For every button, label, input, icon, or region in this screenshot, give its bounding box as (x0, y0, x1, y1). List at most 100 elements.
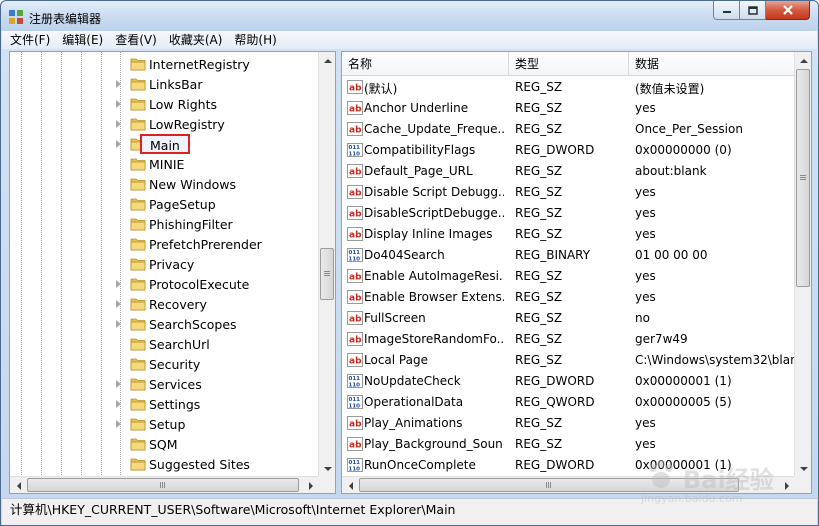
binary-value-icon: 011110 (347, 374, 363, 388)
value-type: REG_SZ (515, 101, 563, 115)
folder-icon (130, 458, 146, 471)
value-type: REG_SZ (515, 353, 563, 367)
menu-edit[interactable]: 编辑(E) (56, 31, 109, 49)
values-list-pane[interactable]: 名称 类型 数据 ab (默认) REG_SZ (数值未设置) ab Anchor Und… (341, 51, 812, 494)
column-header-type[interactable]: 类型 (509, 52, 629, 76)
expand-arrow-icon[interactable] (116, 420, 121, 428)
value-type: REG_SZ (515, 185, 563, 199)
list-item[interactable]: ab Enable AutoImageResi... REG_SZ yes (342, 266, 795, 287)
tree-item[interactable]: Settings (10, 394, 319, 414)
scroll-thumb[interactable] (796, 69, 810, 287)
list-item[interactable]: ab ImageStoreRandomFo... REG_SZ ger7w49 (342, 329, 795, 350)
expand-arrow-icon[interactable] (116, 120, 121, 128)
list-item[interactable]: ab Enable Browser Extens... REG_SZ yes (342, 287, 795, 308)
tree-item[interactable]: SearchScopes (10, 314, 319, 334)
tree-item[interactable]: Main (10, 134, 319, 154)
list-item[interactable]: ab FullScreen REG_SZ no (342, 308, 795, 329)
list-item[interactable]: ab Default_Page_URL REG_SZ about:blank (342, 161, 795, 182)
list-item[interactable]: ab Play_Animations REG_SZ yes (342, 413, 795, 434)
value-name: CompatibilityFlags (364, 143, 476, 157)
tree-horizontal-scrollbar[interactable] (10, 476, 319, 493)
tree-item[interactable]: LowRegistry (10, 114, 319, 134)
tree-item[interactable]: Privacy (10, 254, 319, 274)
tree-item[interactable]: SearchUrl (10, 334, 319, 354)
tree-item[interactable]: LinksBar (10, 74, 319, 94)
list-item[interactable]: ab (默认) REG_SZ (数值未设置) (342, 77, 795, 98)
list-item[interactable]: ab Local Page REG_SZ C:\Windows\system32\bl… (342, 350, 795, 371)
list-vertical-scrollbar[interactable] (794, 52, 811, 477)
list-item[interactable]: ab Disable Script Debugg... REG_SZ yes (342, 182, 795, 203)
key-tree-pane[interactable]: InternetRegistry LinksBar Low Rights LowReg… (9, 51, 336, 494)
tree-item[interactable]: Services (10, 374, 319, 394)
title-bar[interactable]: 注册表编辑器 (1, 1, 818, 31)
tree-item-label: New Windows (149, 177, 237, 192)
value-name: Display Inline Images (364, 227, 493, 241)
tree-item[interactable]: PrefetchPrerender (10, 234, 319, 254)
column-header-data[interactable]: 数据 (629, 52, 795, 76)
column-header-name[interactable]: 名称 (342, 52, 509, 76)
tree-item[interactable]: Setup (10, 414, 319, 434)
tree-item-label: Setup (149, 417, 186, 432)
expand-arrow-icon[interactable] (116, 300, 121, 308)
expand-arrow-icon[interactable] (116, 280, 121, 288)
list-item[interactable]: 011 110 OperationalData REG_QWORD 0x00000005… (342, 392, 795, 413)
list-horizontal-scrollbar[interactable] (342, 476, 795, 493)
expand-arrow-icon[interactable] (116, 100, 121, 108)
expand-arrow-icon[interactable] (116, 320, 121, 328)
list-item[interactable]: 011 110 NoUpdateCheck REG_DWORD 0x00000001 (… (342, 371, 795, 392)
tree-item[interactable]: Security (10, 354, 319, 374)
values-list: ab (默认) REG_SZ (数值未设置) ab Anchor Underline REG… (342, 77, 795, 477)
expand-arrow-icon[interactable] (116, 400, 121, 408)
list-item[interactable]: ab DisableScriptDebugge... REG_SZ yes (342, 203, 795, 224)
expand-arrow-icon[interactable] (116, 140, 121, 148)
tree-item-label: Recovery (149, 297, 207, 312)
list-item[interactable]: ab Anchor Underline REG_SZ yes (342, 98, 795, 119)
expand-arrow-icon[interactable] (116, 80, 121, 88)
scroll-left-button[interactable] (342, 477, 359, 493)
tree-item[interactable]: SQM (10, 434, 319, 454)
expand-arrow-icon[interactable] (116, 380, 121, 388)
menu-help[interactable]: 帮助(H) (228, 31, 282, 49)
list-item[interactable]: 011 110 Do404Search REG_BINARY 01 00 00 00 (342, 245, 795, 266)
scroll-thumb[interactable] (27, 478, 299, 492)
string-value-icon: ab (347, 437, 363, 451)
list-item[interactable]: ab Play_Background_Soun... REG_SZ yes (342, 434, 795, 455)
list-item[interactable]: ab Cache_Update_Freque... REG_SZ Once_Per_S… (342, 119, 795, 140)
value-data: about:blank (635, 164, 707, 178)
value-name: Enable AutoImageResi... (364, 269, 504, 283)
list-item[interactable]: 011 110 CompatibilityFlags REG_DWORD 0x00000… (342, 140, 795, 161)
close-button[interactable] (766, 1, 810, 20)
tree-item[interactable]: New Windows (10, 174, 319, 194)
maximize-button[interactable] (740, 1, 766, 20)
scroll-down-button[interactable] (795, 460, 811, 477)
menu-file[interactable]: 文件(F) (2, 31, 56, 49)
list-item[interactable]: ab Display Inline Images REG_SZ yes (342, 224, 795, 245)
menu-favorites[interactable]: 收藏夹(A) (163, 31, 229, 49)
scroll-down-button[interactable] (319, 460, 335, 477)
scroll-right-button[interactable] (302, 477, 319, 493)
tree-item[interactable]: MINIE (10, 154, 319, 174)
list-item[interactable]: 011 110 RunOnceComplete REG_DWORD 0x00000001… (342, 455, 795, 476)
value-data: (数值未设置) (635, 82, 705, 96)
menu-view[interactable]: 查看(V) (109, 31, 163, 49)
tree-vertical-scrollbar[interactable] (318, 52, 335, 477)
tree-item[interactable]: PhishingFilter (10, 214, 319, 234)
scroll-right-button[interactable] (778, 477, 795, 493)
scroll-thumb[interactable] (320, 248, 334, 300)
tree-item[interactable]: PageSetup (10, 194, 319, 214)
scroll-left-button[interactable] (10, 477, 27, 493)
tree-item[interactable]: Suggested Sites (10, 454, 319, 474)
scroll-up-button[interactable] (319, 52, 335, 69)
value-name: Play_Animations (364, 416, 463, 430)
tree-item[interactable]: Recovery (10, 294, 319, 314)
tree-item[interactable]: Low Rights (10, 94, 319, 114)
svg-text:110: 110 (349, 257, 361, 263)
scroll-thumb[interactable] (359, 478, 739, 492)
tree-item[interactable]: InternetRegistry (10, 54, 319, 74)
value-data: Once_Per_Session (635, 122, 743, 136)
svg-text:ab: ab (349, 336, 362, 346)
binary-value-icon: 011110 (347, 248, 363, 262)
minimize-button[interactable] (713, 1, 740, 20)
scroll-up-button[interactable] (795, 52, 811, 69)
tree-item[interactable]: ProtocolExecute (10, 274, 319, 294)
